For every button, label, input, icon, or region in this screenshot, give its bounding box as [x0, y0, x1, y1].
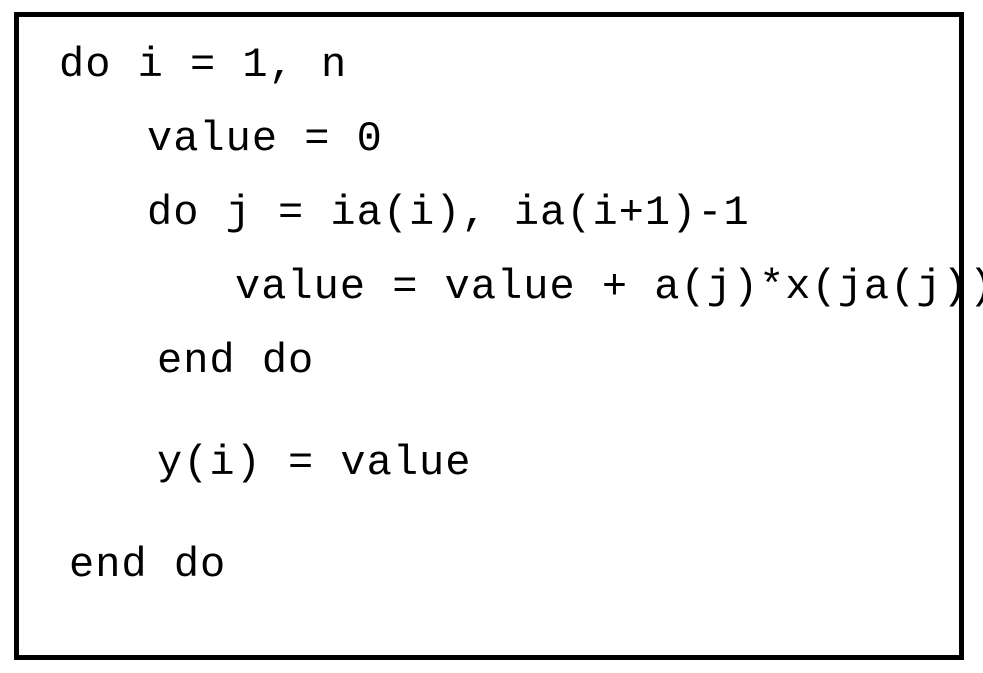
code-line-2: value = 0: [59, 115, 919, 163]
code-line-3: do j = ia(i), ia(i+1)-1: [59, 189, 919, 237]
code-line-6: y(i) = value: [59, 439, 919, 487]
code-line-1: do i = 1, n: [59, 41, 919, 89]
code-line-7: end do: [59, 541, 919, 589]
code-block: do i = 1, n value = 0 do j = ia(i), ia(i…: [14, 12, 964, 660]
code-line-5: end do: [59, 337, 919, 385]
code-line-4: value = value + a(j)*x(ja(j)): [59, 263, 919, 311]
